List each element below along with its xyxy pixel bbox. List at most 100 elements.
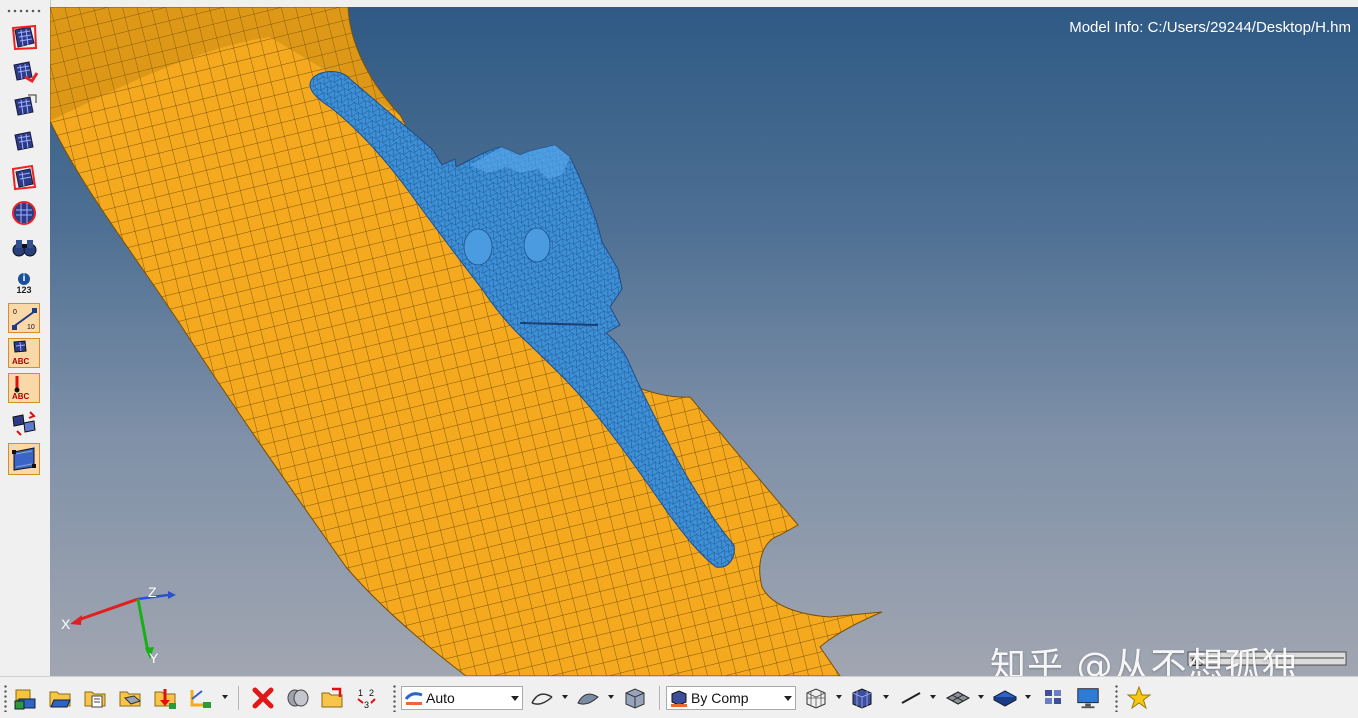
transform-entities-icon (12, 411, 36, 436)
chevron-down-icon (781, 687, 795, 709)
svg-text:0: 0 (13, 309, 17, 316)
organize-button[interactable] (285, 685, 311, 711)
1d-elements-button[interactable] (898, 685, 924, 711)
solid-display-icon (625, 688, 645, 709)
toolbar-separator (238, 686, 239, 710)
entity-info-number-label: 123 (16, 284, 32, 295)
find-entities-button[interactable] (8, 232, 40, 262)
wireframe-elements-dropdown[interactable] (836, 695, 842, 699)
import-geometry-button[interactable] (118, 685, 144, 711)
isolate-elements-button[interactable] (8, 126, 40, 156)
toolbar-grip[interactable] (6, 9, 42, 13)
3d-elements-dropdown[interactable] (1025, 695, 1031, 699)
element-color-mode-select[interactable]: By Comp (666, 686, 796, 710)
numbers-icon: 1 2 3 (357, 688, 376, 710)
solid-display-button[interactable] (622, 685, 648, 711)
export-button[interactable] (153, 685, 179, 711)
geometry-color-mode-value: Auto (426, 690, 455, 706)
reverse-display-icon (11, 164, 37, 191)
find-attached-icon (12, 201, 36, 225)
svg-text:10: 10 (27, 324, 35, 331)
monitor-button[interactable] (1075, 685, 1101, 711)
toolbar-separator (659, 686, 660, 710)
toolbar-grip[interactable] (393, 684, 396, 712)
open-folder-button[interactable] (48, 685, 74, 711)
graphics-viewport[interactable]: Z X Y Model Info: C:/Users/29244/Desktop… (50, 7, 1358, 676)
shaded-geometry-dropdown[interactable] (608, 695, 614, 699)
entity-info-button[interactable]: i 123 (8, 268, 40, 300)
node-numbers-label: ABC (12, 392, 30, 401)
axis-label-x: X (61, 616, 71, 632)
watermark-text: 知乎 @从不想孤独 (990, 646, 1299, 676)
renumber-icon (321, 687, 343, 708)
isolate-elements-icon (14, 131, 34, 151)
svg-text:3: 3 (364, 700, 369, 710)
elements-by-type-icon (1045, 690, 1061, 704)
1d-elements-dropdown[interactable] (930, 695, 936, 699)
left-toolbar: i 123 0 10 ABC ABC (0, 0, 51, 676)
elements-by-type-button[interactable] (1041, 685, 1067, 711)
mask-elements-icon (11, 24, 38, 51)
3d-elements-button[interactable] (992, 685, 1018, 711)
unmask-elements-button[interactable] (8, 57, 40, 87)
shell-mesh-surface[interactable] (50, 7, 883, 676)
axis-label-z: Z (148, 584, 157, 600)
shaded-elements-dropdown[interactable] (883, 695, 889, 699)
clipping-plane-icon (12, 447, 36, 471)
toolbar-grip[interactable] (4, 684, 7, 712)
2d-elements-icon (945, 691, 971, 705)
2d-elements-dropdown[interactable] (978, 695, 984, 699)
model-browser-button[interactable] (13, 685, 39, 711)
model-info-label: Model Info: C:/Users/29244/Desktop/H.hm (1069, 19, 1351, 36)
find-entities-binoculars-icon (12, 240, 37, 257)
1d-elements-icon (901, 692, 921, 704)
node-numbers-button[interactable]: ABC (8, 373, 40, 403)
import-model-icon (84, 691, 106, 708)
bottom-toolbar: 1 2 3 Auto By Comp (0, 676, 1358, 718)
distance-measure-button[interactable]: 0 10 (8, 303, 40, 333)
solid-mesh-hole-1 (463, 228, 493, 266)
shaded-elements-button[interactable] (849, 685, 875, 711)
favorites-button[interactable] (1126, 685, 1152, 711)
numbers-button[interactable]: 1 2 3 (355, 685, 381, 711)
delete-icon (252, 687, 274, 709)
shaded-elements-icon (852, 688, 872, 709)
element-numbers-button[interactable]: ABC (8, 338, 40, 368)
shaded-geometry-button[interactable] (575, 685, 601, 711)
entity-info-icon: i (18, 272, 30, 285)
import-model-button[interactable] (83, 685, 109, 711)
geometry-style-dropdown[interactable] (562, 695, 568, 699)
geometry-color-mode-select[interactable]: Auto (401, 686, 523, 710)
svg-text:2: 2 (369, 688, 374, 698)
export-solver-dropdown[interactable] (222, 695, 228, 699)
clipping-plane-button[interactable] (8, 443, 40, 475)
mask-elements-button[interactable] (8, 22, 40, 52)
transform-entities-button[interactable] (8, 408, 40, 438)
shaded-geometry-icon (577, 693, 599, 705)
find-attached-button[interactable] (8, 198, 40, 228)
organize-icon (287, 689, 309, 707)
2d-elements-button[interactable] (945, 685, 971, 711)
wireframe-elements-icon (806, 688, 826, 709)
axis-triad: Z X Y (61, 584, 176, 666)
export-solver-icon (190, 690, 211, 708)
model-scene[interactable]: Z X Y (50, 7, 1358, 676)
export-icon (154, 689, 176, 709)
show-elements-icon (14, 94, 37, 116)
show-elements-button[interactable] (8, 91, 40, 121)
toolbar-grip[interactable] (1115, 684, 1118, 712)
import-geometry-icon (119, 691, 142, 707)
axis-label-y: Y (149, 650, 159, 666)
geometry-style-button[interactable] (529, 685, 555, 711)
open-folder-icon (49, 691, 71, 708)
export-solver-button[interactable] (188, 685, 214, 711)
geometry-color-icon (402, 687, 426, 709)
reverse-display-button[interactable] (8, 162, 40, 192)
renumber-button[interactable] (320, 685, 346, 711)
wireframe-elements-button[interactable] (803, 685, 829, 711)
delete-button[interactable] (250, 685, 276, 711)
svg-text:1: 1 (358, 688, 363, 698)
element-color-icon (667, 687, 691, 709)
monitor-icon (1077, 688, 1099, 709)
chevron-down-icon (508, 687, 522, 709)
